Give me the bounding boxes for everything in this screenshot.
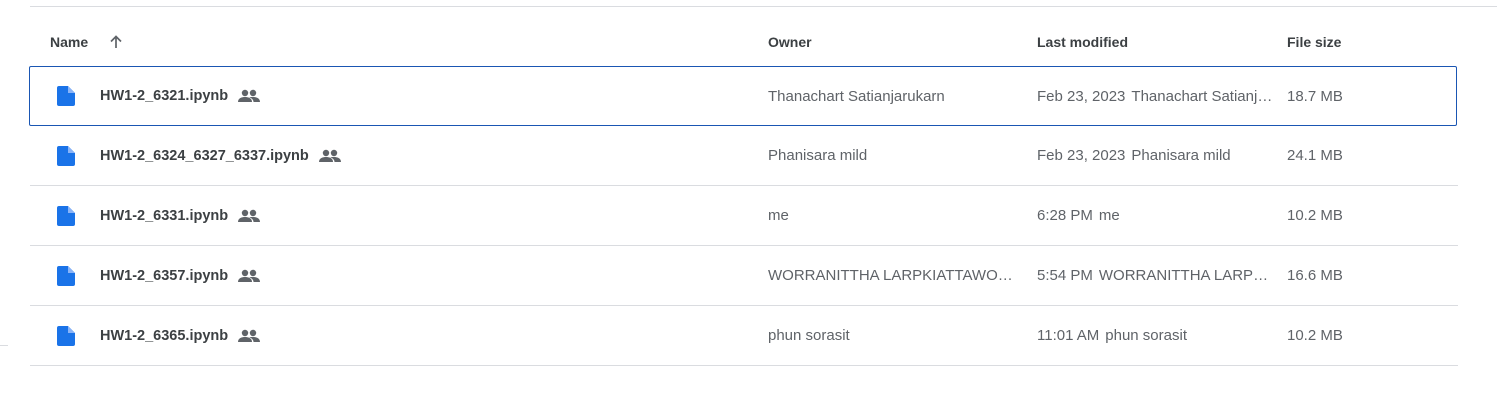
shared-people-icon: [238, 329, 261, 343]
file-row[interactable]: HW1-2_6324_6327_6337.ipynb Phanisara mil…: [30, 126, 1458, 186]
document-file-icon: [54, 126, 78, 185]
document-file-icon: [54, 186, 78, 245]
modified-by: me: [1098, 207, 1120, 224]
file-row[interactable]: HW1-2_6331.ipynb me 6:28 PM me 10.2 MB: [30, 186, 1458, 246]
column-header-file-size[interactable]: File size: [1287, 18, 1341, 66]
file-name: HW1-2_6321.ipynb: [100, 88, 229, 104]
file-size: 10.2 MB: [1287, 207, 1343, 224]
shared-people-icon: [238, 89, 261, 103]
owner-name: WORRANITTHA LARPKIATTAWONG: [768, 267, 1020, 284]
file-name-cell: HW1-2_6321.ipynb: [100, 67, 261, 125]
file-list: HW1-2_6321.ipynb Thanachart Satianjaruka…: [29, 66, 1458, 366]
owner-name: phun sorasit: [768, 327, 850, 344]
owner-name: Thanachart Satianjarukarn: [768, 87, 945, 105]
file-size-cell: 10.2 MB: [1287, 306, 1343, 365]
column-header-file-size-label: File size: [1287, 34, 1342, 50]
file-size-cell: 16.6 MB: [1287, 246, 1343, 305]
modified-by: WORRANITTHA LARPKIATTAWONG: [1098, 267, 1275, 284]
modified-by: Phanisara mild: [1131, 147, 1231, 164]
column-header-last-modified-label: Last modified: [1037, 34, 1129, 50]
file-name: HW1-2_6365.ipynb: [100, 327, 229, 344]
divider: [30, 6, 1497, 7]
last-modified-cell: 5:54 PM WORRANITTHA LARPKIATTAWONG: [1037, 246, 1275, 305]
shared-people-icon: [238, 209, 261, 223]
owner-cell: phun sorasit: [768, 306, 1020, 365]
column-header-row: Name Owner Last modified File size: [30, 18, 1458, 66]
last-modified-cell: Feb 23, 2023 Thanachart Satianjarukarn: [1037, 67, 1275, 125]
last-modified-cell: 6:28 PM me: [1037, 186, 1275, 245]
file-size: 18.7 MB: [1287, 87, 1343, 105]
file-row[interactable]: HW1-2_6365.ipynb phun sorasit 11:01 AM p…: [30, 306, 1458, 366]
document-file-icon: [54, 246, 78, 305]
file-name: HW1-2_6331.ipynb: [100, 207, 229, 224]
owner-cell: me: [768, 186, 1020, 245]
file-size: 10.2 MB: [1287, 327, 1343, 344]
file-name-cell: HW1-2_6365.ipynb: [100, 306, 261, 365]
modified-date: 6:28 PM: [1037, 207, 1093, 224]
last-modified-cell: 11:01 AM phun sorasit: [1037, 306, 1275, 365]
modified-by: phun sorasit: [1105, 327, 1187, 344]
file-size-cell: 24.1 MB: [1287, 126, 1343, 185]
column-header-name[interactable]: Name: [50, 18, 128, 66]
modified-date: Feb 23, 2023: [1037, 87, 1126, 105]
owner-name: Phanisara mild: [768, 147, 868, 164]
file-size: 24.1 MB: [1287, 147, 1343, 164]
file-name: HW1-2_6324_6327_6337.ipynb: [100, 147, 309, 164]
modified-date: 5:54 PM: [1037, 267, 1093, 284]
last-modified-cell: Feb 23, 2023 Phanisara mild: [1037, 126, 1275, 185]
modified-by: Thanachart Satianjarukarn: [1131, 87, 1275, 105]
owner-cell: Phanisara mild: [768, 126, 1020, 185]
owner-cell: WORRANITTHA LARPKIATTAWONG: [768, 246, 1020, 305]
column-header-name-label: Name: [50, 34, 89, 50]
owner-name: me: [768, 207, 789, 224]
owner-cell: Thanachart Satianjarukarn: [768, 67, 1020, 125]
sort-ascending-arrow-icon[interactable]: [104, 30, 128, 54]
column-header-owner-label: Owner: [768, 34, 812, 50]
shared-people-icon: [318, 149, 341, 163]
file-name: HW1-2_6357.ipynb: [100, 267, 229, 284]
file-name-cell: HW1-2_6357.ipynb: [100, 246, 261, 305]
shared-people-icon: [238, 269, 261, 283]
file-row[interactable]: HW1-2_6321.ipynb Thanachart Satianjaruka…: [29, 66, 1457, 126]
document-file-icon: [54, 306, 78, 365]
file-name-cell: HW1-2_6331.ipynb: [100, 186, 261, 245]
column-header-owner[interactable]: Owner: [768, 18, 812, 66]
file-list-view: Name Owner Last modified File size HW1-2…: [0, 0, 1497, 417]
column-header-last-modified[interactable]: Last modified: [1037, 18, 1128, 66]
file-row[interactable]: HW1-2_6357.ipynb WORRANITTHA LARPKIATTAW…: [30, 246, 1458, 306]
file-size-cell: 10.2 MB: [1287, 186, 1343, 245]
file-size: 16.6 MB: [1287, 267, 1343, 284]
file-name-cell: HW1-2_6324_6327_6337.ipynb: [100, 126, 341, 185]
file-size-cell: 18.7 MB: [1287, 67, 1343, 125]
divider: [0, 345, 8, 346]
document-file-icon: [54, 67, 78, 125]
modified-date: 11:01 AM: [1037, 327, 1100, 344]
modified-date: Feb 23, 2023: [1037, 147, 1126, 164]
